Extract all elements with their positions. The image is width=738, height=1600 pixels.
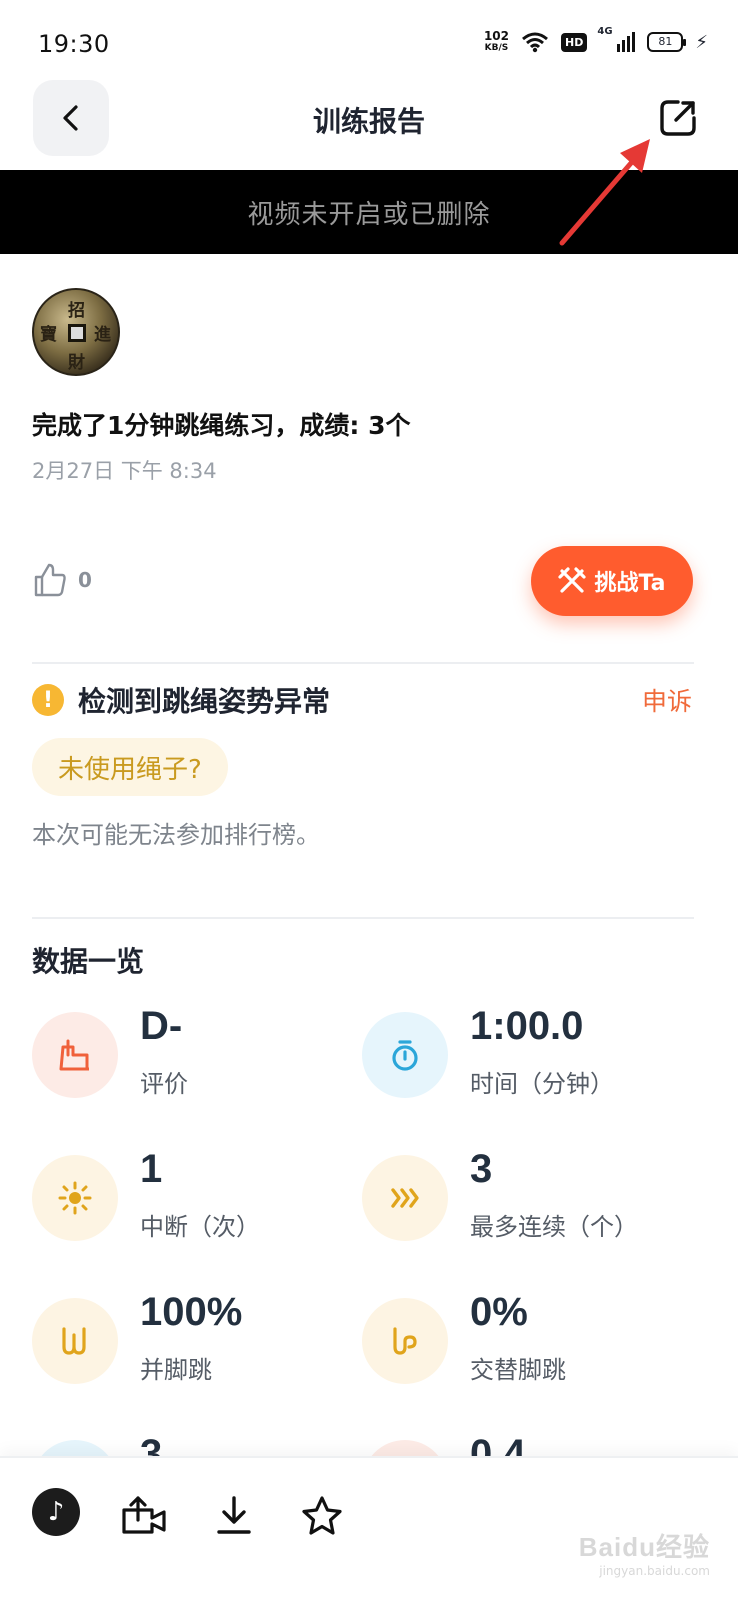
divider <box>32 662 694 664</box>
share-video-icon <box>122 1496 166 1534</box>
video-unavailable-banner: 视频未开启或已删除 <box>0 170 738 254</box>
watermark-sub: jingyan.baidu.com <box>599 1564 710 1578</box>
appeal-link[interactable]: 申诉 <box>642 682 692 718</box>
share-video-button[interactable] <box>118 1490 170 1542</box>
stat-alternate-feet: 0% 交替脚跳 <box>362 1290 702 1408</box>
stat-label: 最多连续（个） <box>470 1213 638 1241</box>
stat-rating: D- 评价 <box>32 1004 372 1122</box>
watermark-main: Baidu经验 <box>578 1532 710 1562</box>
like-count: 0 <box>78 568 92 592</box>
wifi-icon <box>522 32 548 53</box>
video-banner-text: 视频未开启或已删除 <box>247 199 491 230</box>
challenge-label: 挑战Ta <box>594 571 666 596</box>
download-button[interactable] <box>208 1490 260 1542</box>
stat-value: 1:00.0 <box>470 1004 584 1048</box>
interrupt-icon <box>32 1155 118 1241</box>
network-speed: 102 KB/S <box>484 30 509 54</box>
stat-label: 评价 <box>140 1070 188 1098</box>
status-bar: 19:30 102 KB/S HD 4G 81 ⚡ <box>0 0 738 80</box>
network-speed-value: 102 <box>483 29 510 43</box>
leaderboard-note: 本次可能无法参加排行榜。 <box>32 821 320 849</box>
charging-icon: ⚡ <box>695 31 708 53</box>
battery-icon: 81 <box>647 32 687 52</box>
download-icon <box>217 1496 251 1534</box>
training-timestamp: 2月27日 下午 8:34 <box>32 459 217 483</box>
stat-value: 0% <box>470 1290 528 1334</box>
stat-value: D- <box>140 1004 183 1048</box>
favorite-button[interactable] <box>296 1490 348 1542</box>
no-rope-chip[interactable]: 未使用绳子? <box>32 738 228 796</box>
stat-time: 1:00.0 时间（分钟） <box>362 1004 702 1122</box>
tiktok-icon[interactable]: ♪ <box>32 1488 80 1536</box>
alternate-feet-icon <box>362 1298 448 1384</box>
network-speed-unit: KB/S <box>484 43 509 53</box>
stat-value: 100% <box>140 1290 243 1334</box>
status-icons: 102 KB/S HD 4G 81 ⚡ <box>484 26 708 54</box>
stat-consecutive: 3 最多连续（个） <box>362 1147 702 1265</box>
stat-interrupt: 1 中断（次） <box>32 1147 372 1265</box>
challenge-button[interactable]: 挑战Ta <box>531 546 693 616</box>
external-share-icon <box>660 100 696 136</box>
status-time: 19:30 <box>38 30 110 58</box>
user-avatar[interactable]: 招 進 財 寶 <box>32 288 120 376</box>
stat-label: 交替脚跳 <box>470 1356 566 1384</box>
thumbs-up-icon <box>34 563 66 597</box>
feet-together-icon <box>32 1298 118 1384</box>
cellular-signal-icon: 4G <box>597 26 636 52</box>
page-title: 训练报告 <box>312 105 425 138</box>
network-type-label: 4G <box>597 26 613 37</box>
baidu-watermark: Baidu经验 jingyan.baidu.com <box>579 1527 710 1578</box>
top-navigation: 训练报告 <box>0 80 738 170</box>
consecutive-icon <box>362 1155 448 1241</box>
stat-label: 中断（次） <box>140 1213 260 1241</box>
posture-warning: ! 检测到跳绳姿势异常 <box>32 680 330 720</box>
crossed-swords-icon <box>558 567 587 593</box>
data-overview-title: 数据一览 <box>32 945 145 978</box>
warning-title: 检测到跳绳姿势异常 <box>78 685 331 718</box>
stopwatch-icon <box>362 1012 448 1098</box>
like-control[interactable]: 0 <box>32 562 92 598</box>
bottom-action-bar: ♪ Baidu经验 jingyan.baidu.com <box>0 1456 738 1600</box>
warning-icon: ! <box>32 684 64 716</box>
stat-value: 1 <box>140 1147 163 1191</box>
training-summary: 完成了1分钟跳绳练习，成绩: 3个 <box>32 411 411 440</box>
stat-label: 时间（分钟） <box>470 1070 614 1098</box>
hd-badge: HD <box>561 32 588 52</box>
favorite-icon <box>302 1496 342 1535</box>
divider <box>32 917 694 919</box>
stat-feet-together: 100% 并脚跳 <box>32 1290 372 1408</box>
share-button[interactable] <box>654 94 702 142</box>
rating-podium-icon <box>32 1012 118 1098</box>
stat-label: 并脚跳 <box>140 1356 212 1384</box>
stat-value: 3 <box>470 1147 493 1191</box>
